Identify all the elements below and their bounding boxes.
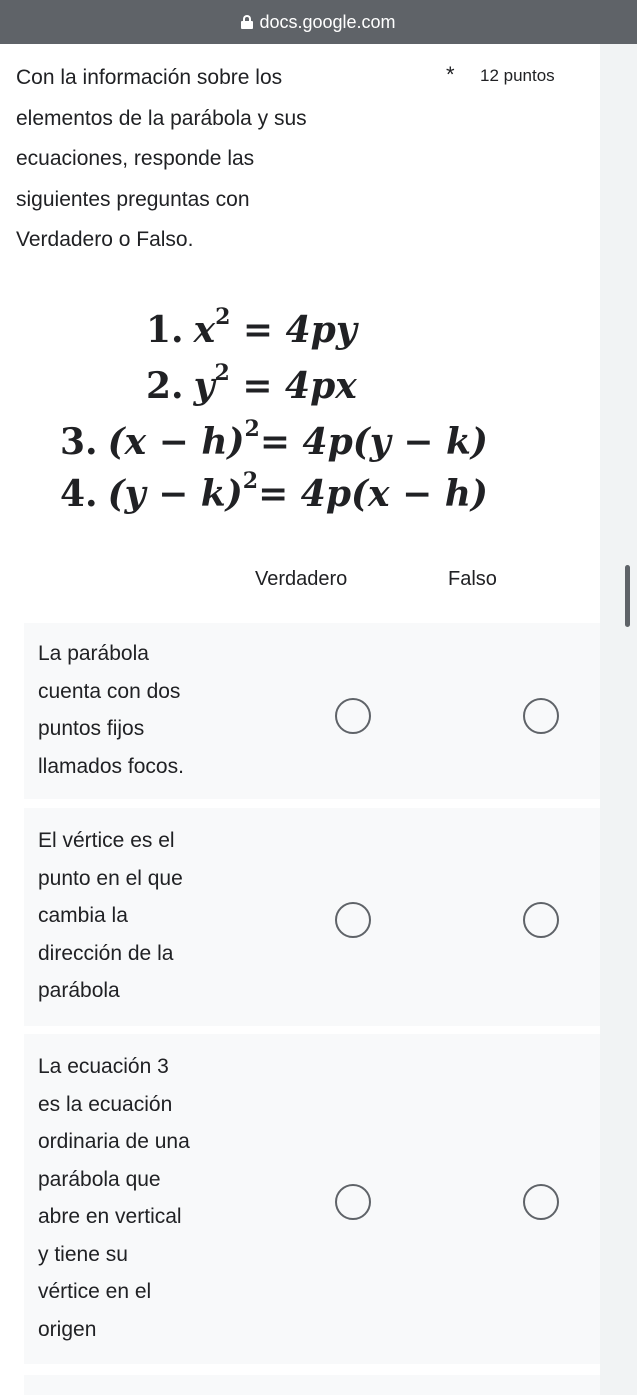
question-title-line: siguientes preguntas con [16,187,250,211]
grid-row-label: La ecuación 3 es la ecuación ordinaria d… [38,1055,190,1341]
column-header-falso: Falso [448,568,497,590]
radio-row2-verdadero[interactable] [335,902,371,938]
equation-4: 4. (y − k)2= 4p(x − h) [60,468,488,515]
grid-row-3: La ecuación 3 es la ecuación ordinaria d… [24,1034,600,1364]
equation-2: 2. y2 = 4px [146,360,357,407]
equation-3: 3. (x − h)2= 4p(y − k) [60,416,488,463]
question-title-line: ecuaciones, responde las [16,147,255,170]
grid-row-label: La parábola cuenta con dos puntos fijos … [38,642,184,778]
question-title: Con la información sobre los elementos d… [16,58,406,261]
question-points: 12 puntos [480,66,555,85]
question-title-line: elementos de la parábola y sus [16,106,307,130]
column-header-verdadero: Verdadero [255,568,348,590]
radio-row3-falso[interactable] [523,1184,559,1220]
radio-row3-verdadero[interactable] [335,1184,371,1220]
page-scroll-track[interactable] [600,44,637,1395]
grid-row-4-partial [24,1375,600,1395]
question-title-line: Verdadero o Falso. [16,228,194,251]
lock-icon [241,15,254,29]
page-scrollbar-thumb[interactable] [625,565,630,627]
radio-row1-falso[interactable] [523,698,559,734]
equation-1: 1. x2 = 4py [146,304,357,351]
grid-row-label: El vértice es el punto en el que cambia … [38,829,183,1002]
radio-row2-falso[interactable] [523,902,559,938]
required-asterisk: * [446,62,455,87]
question-title-line: Con la información sobre los [16,66,283,89]
browser-url-bar[interactable]: docs.google.com [0,0,637,44]
radio-row1-verdadero[interactable] [335,698,371,734]
grid-row-2: El vértice es el punto en el que cambia … [24,808,600,1026]
grid-row-1: La parábola cuenta con dos puntos fijos … [24,623,600,799]
url-text: docs.google.com [259,11,396,32]
